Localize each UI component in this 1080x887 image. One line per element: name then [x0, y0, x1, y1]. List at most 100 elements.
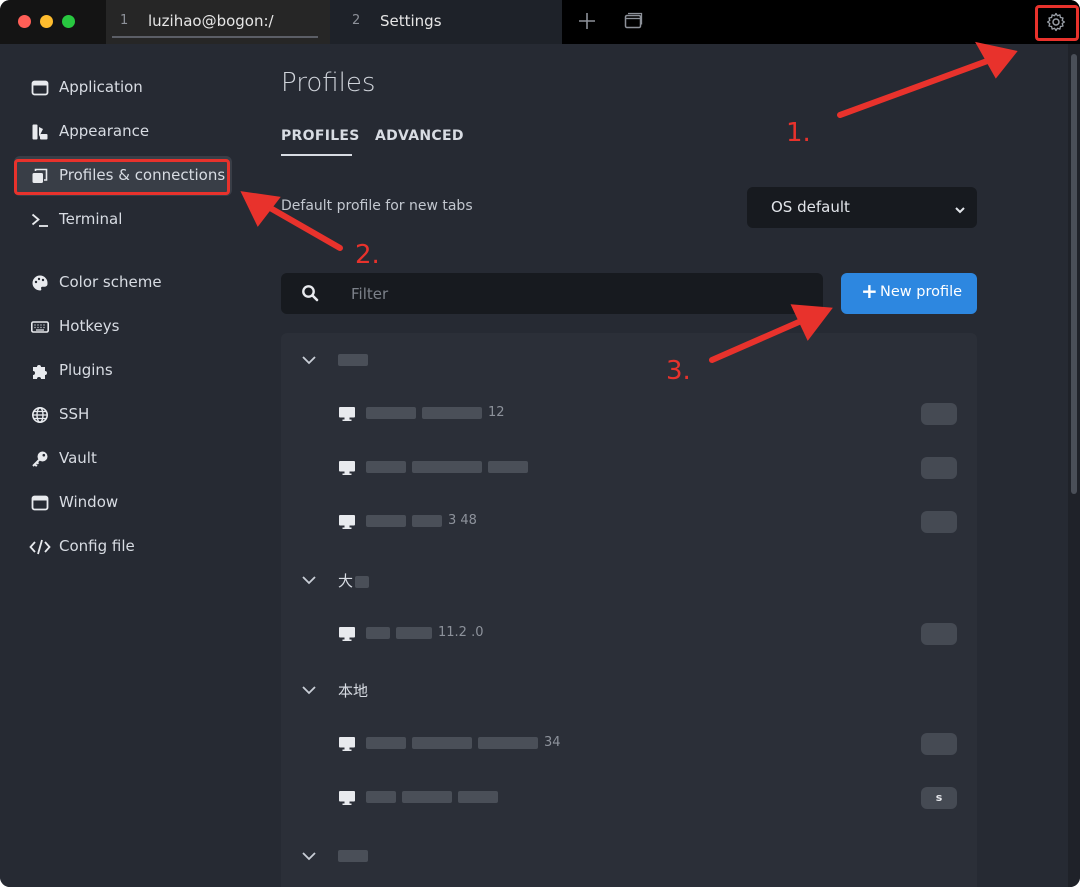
search-icon: [301, 284, 319, 302]
profile-row[interactable]: 11.2 .0: [281, 614, 977, 654]
sidebar-item-label: Color scheme: [59, 273, 162, 291]
annotation-box-gear: [1035, 5, 1079, 41]
chevron-down-icon: [301, 572, 317, 588]
profile-row[interactable]: 3 48: [281, 502, 977, 542]
keyboard-icon: [31, 318, 49, 336]
annotation-box-profiles: [14, 159, 230, 195]
default-profile-label: Default profile for new tabs: [281, 198, 473, 214]
profile-type-badge: [921, 511, 957, 533]
annotation-step-3: 3.: [666, 356, 691, 386]
code-icon: [29, 538, 51, 556]
window-icon: [31, 79, 49, 97]
profile-group-header[interactable]: [281, 340, 977, 380]
profile-row[interactable]: 12: [281, 394, 977, 434]
zoom-window-button[interactable]: [62, 15, 75, 28]
tab-number: 2: [352, 13, 361, 28]
tab-strip: [562, 0, 1080, 44]
scrollbar[interactable]: [1068, 44, 1080, 887]
sidebar-item-vault[interactable]: Vault: [14, 439, 232, 479]
sidebar-item-label: SSH: [59, 405, 90, 423]
sidebar-item-label: Plugins: [59, 361, 113, 379]
profile-type-badge: [921, 623, 957, 645]
profile-name: 12: [366, 405, 505, 420]
profile-row[interactable]: [281, 448, 977, 488]
plus-icon: +: [861, 279, 878, 303]
sidebar-item-ssh[interactable]: SSH: [14, 395, 232, 435]
puzzle-icon: [31, 362, 49, 380]
default-profile-select[interactable]: OS default: [747, 187, 977, 228]
profile-group-name: [338, 846, 374, 864]
sidebar-item-label: Config file: [59, 537, 135, 555]
profile-type-badge: s: [921, 787, 957, 809]
scrollbar-thumb[interactable]: [1071, 54, 1077, 494]
page-title: Profiles: [281, 68, 376, 98]
globe-icon: [31, 406, 49, 424]
palette-icon: [31, 274, 49, 292]
profile-type-badge: [921, 733, 957, 755]
tab-title: luzihao@bogon:/: [148, 12, 274, 30]
tab-number: 1: [120, 13, 129, 28]
tab-active-indicator: [281, 154, 352, 156]
profile-group-header[interactable]: [281, 836, 977, 876]
profile-name: [366, 459, 534, 474]
sidebar-item-label: Appearance: [59, 122, 150, 140]
sidebar-item-label: Application: [59, 78, 143, 96]
monitor-icon: [338, 625, 356, 643]
minimize-window-button[interactable]: [40, 15, 53, 28]
sidebar-item-window[interactable]: Window: [14, 483, 232, 523]
sidebar-item-label: Vault: [59, 449, 97, 467]
close-window-button[interactable]: [18, 15, 31, 28]
profile-group-name: 大: [338, 570, 375, 591]
sidebar-item-appearance[interactable]: Appearance: [14, 112, 232, 152]
sidebar-item-hotkeys[interactable]: Hotkeys: [14, 307, 232, 347]
filter-input[interactable]: [351, 273, 791, 314]
sidebar-item-config-file[interactable]: Config file: [14, 527, 232, 567]
sidebar-item-label: Terminal: [59, 210, 123, 228]
sidebar-item-application[interactable]: Application: [14, 68, 232, 108]
profile-group-name: [338, 350, 374, 368]
profile-name: 34: [366, 735, 561, 750]
monitor-icon: [338, 459, 356, 477]
annotation-step-1: 1.: [786, 118, 811, 148]
profile-name: 11.2 .0: [366, 625, 483, 640]
title-bar: 1 luzihao@bogon:/ 2 Settings: [0, 0, 1080, 44]
profile-list: 12 3 48 大 11.2 .0 本地 34 s: [281, 333, 977, 887]
profile-row[interactable]: 34: [281, 724, 977, 764]
profile-name: [366, 789, 504, 804]
sidebar-item-plugins[interactable]: Plugins: [14, 351, 232, 391]
new-tab-plus-icon[interactable]: [576, 10, 598, 37]
palette-brush-icon: [31, 123, 49, 141]
tab-terminal[interactable]: 1 luzihao@bogon:/: [106, 0, 330, 44]
new-profile-button[interactable]: + New profile: [841, 273, 977, 314]
monitor-icon: [338, 513, 356, 531]
window-layout-icon[interactable]: [622, 10, 644, 37]
tab-advanced[interactable]: ADVANCED: [375, 128, 464, 144]
filter-field[interactable]: [281, 273, 823, 314]
profile-group-name: 本地: [338, 682, 369, 700]
tab-settings[interactable]: 2 Settings: [330, 0, 562, 44]
chevron-down-icon: [301, 848, 317, 864]
tab-active-indicator: [112, 36, 318, 38]
default-profile-value: OS default: [771, 198, 850, 216]
profile-row[interactable]: s: [281, 778, 977, 818]
chevron-down-icon: [301, 682, 317, 698]
sidebar-item-label: Hotkeys: [59, 317, 120, 335]
profile-group-header[interactable]: 大: [281, 560, 977, 600]
sidebar-item-label: Window: [59, 493, 119, 511]
new-profile-label: New profile: [880, 284, 963, 300]
terminal-prompt-icon: [31, 211, 49, 229]
profile-group-header[interactable]: 本地: [281, 670, 977, 710]
profile-name: 3 48: [366, 513, 477, 528]
chevron-down-icon: [301, 352, 317, 368]
sidebar-item-terminal[interactable]: Terminal: [14, 200, 232, 240]
settings-content: Profiles PROFILES ADVANCED Default profi…: [246, 44, 1068, 887]
monitor-icon: [338, 789, 356, 807]
profile-type-badge: [921, 403, 957, 425]
key-icon: [31, 450, 49, 468]
tab-profiles[interactable]: PROFILES: [281, 128, 360, 144]
sidebar-item-color-scheme[interactable]: Color scheme: [14, 263, 232, 303]
profile-type-badge: [921, 457, 957, 479]
settings-window: 1 luzihao@bogon:/ 2 Settings Application: [0, 0, 1080, 887]
chevron-down-icon: [954, 201, 966, 214]
tab-title: Settings: [380, 12, 442, 30]
